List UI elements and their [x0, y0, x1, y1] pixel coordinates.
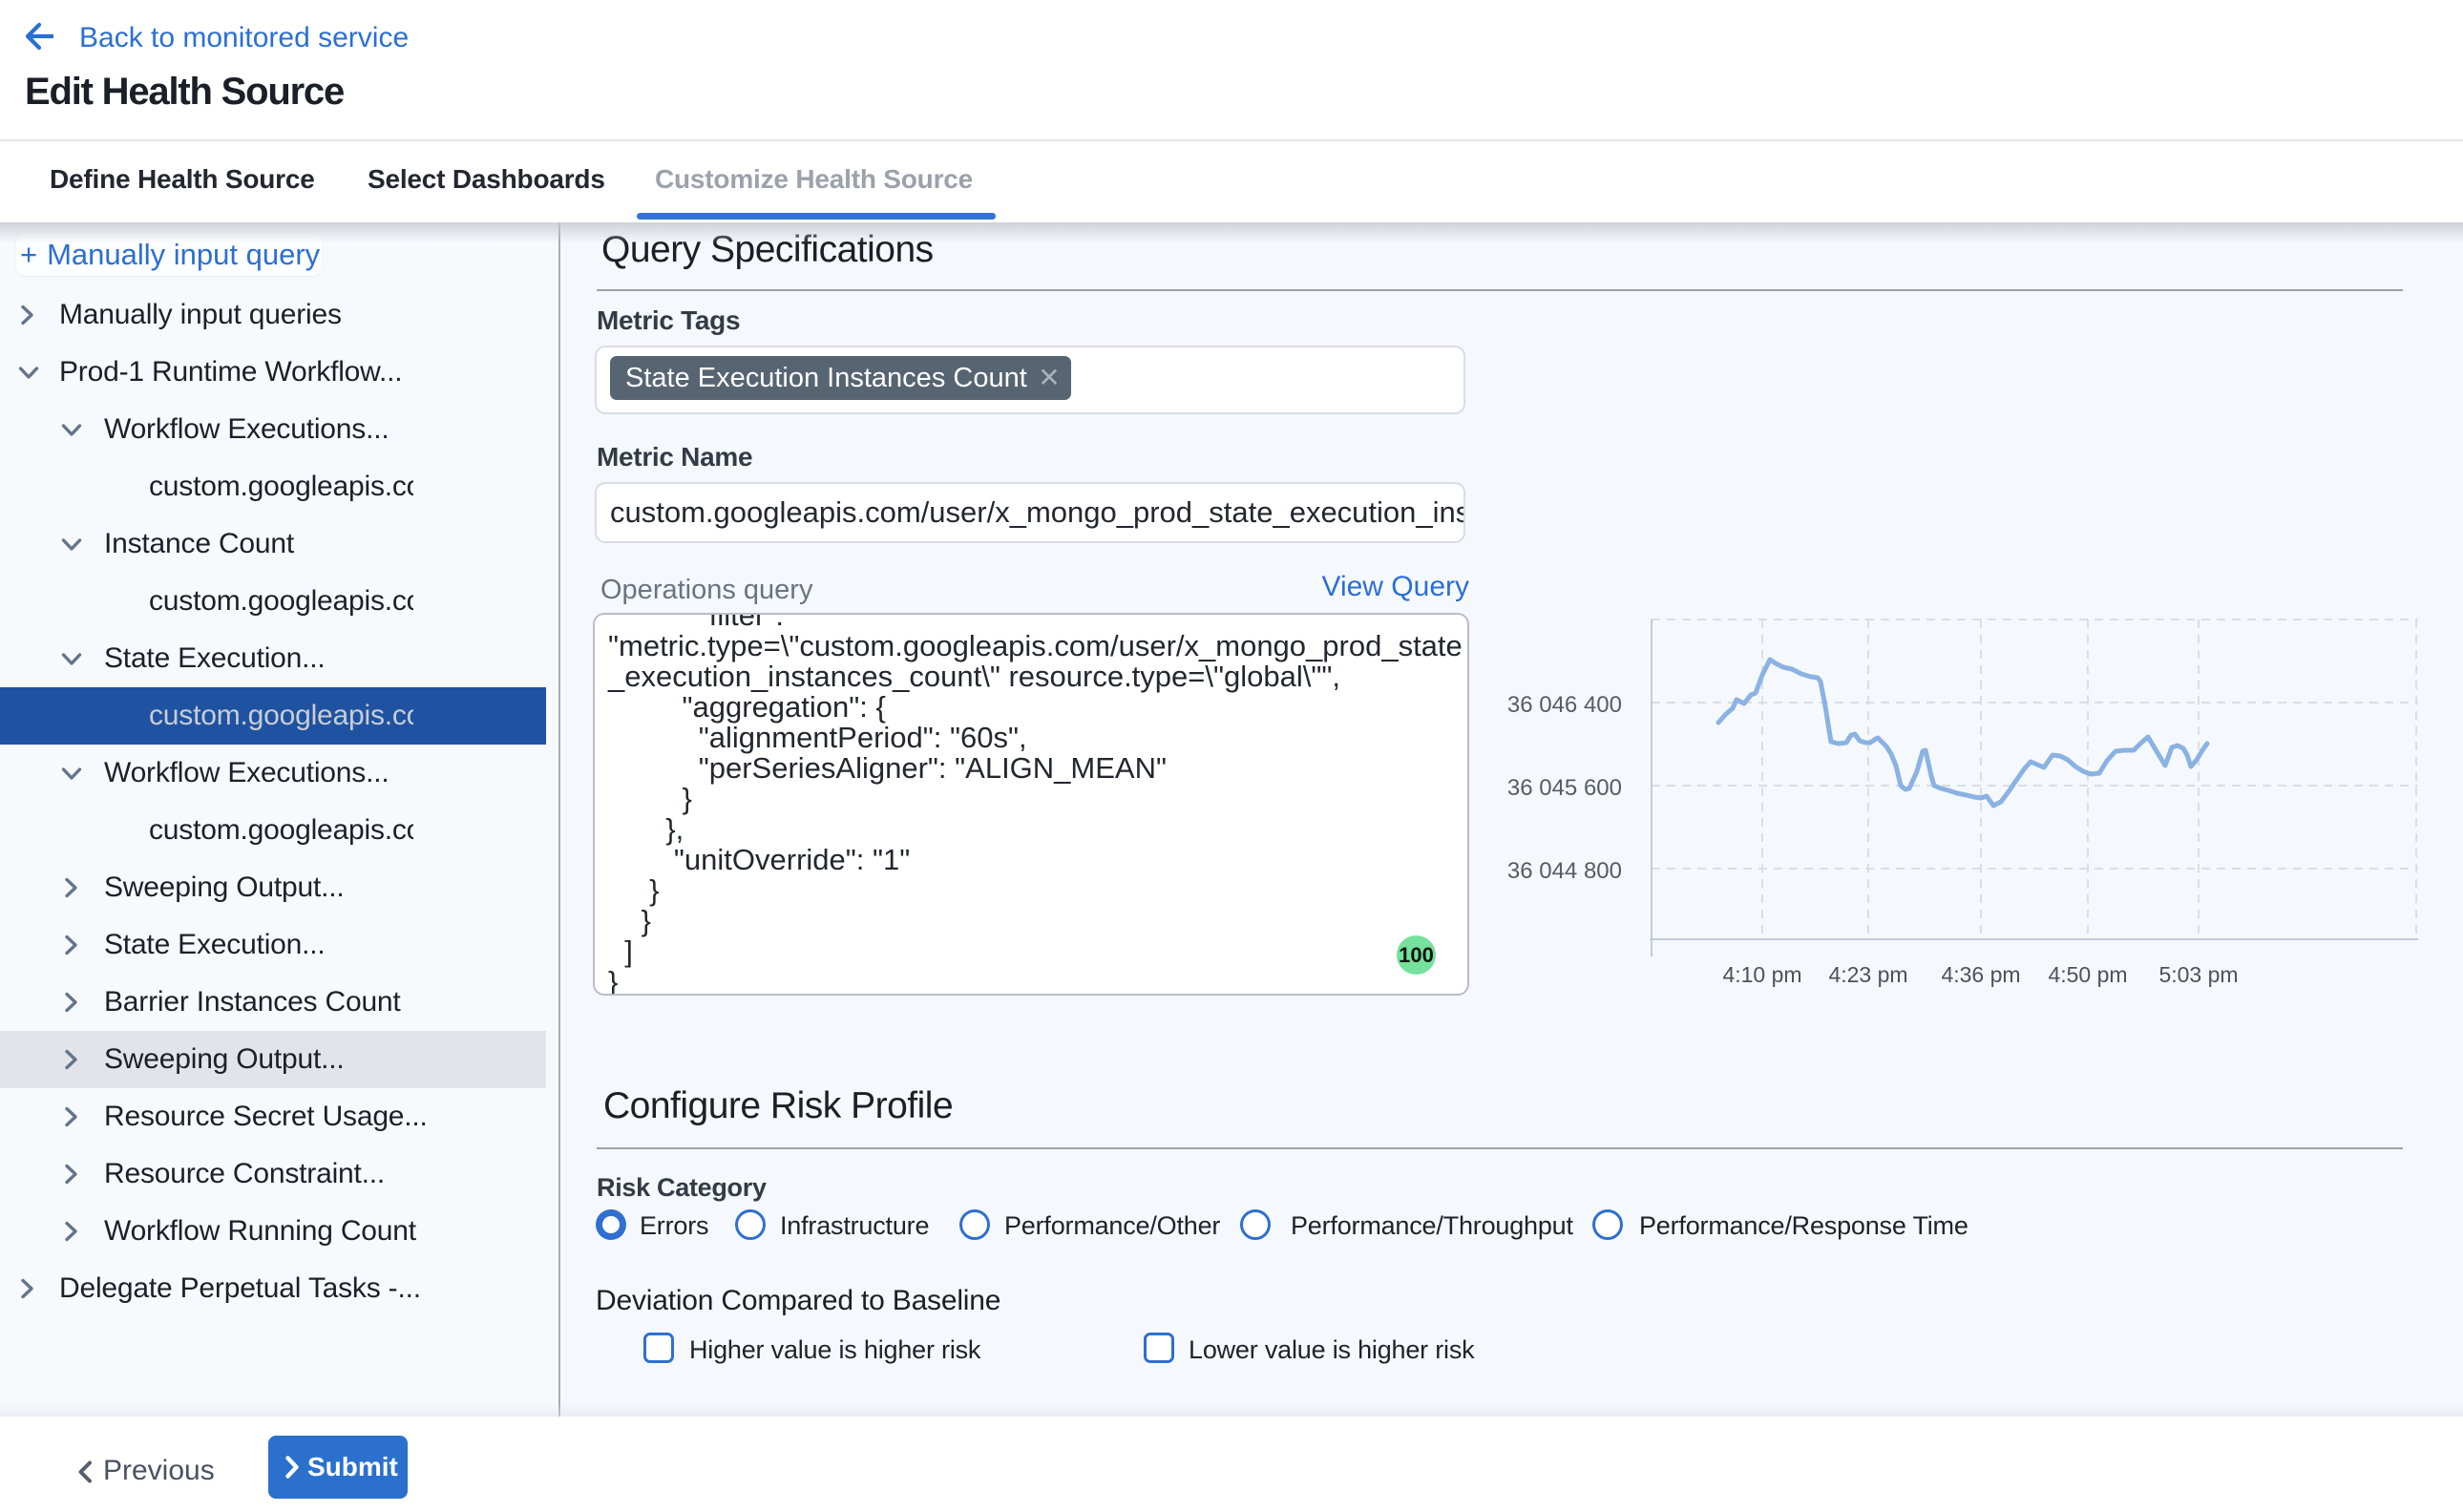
svg-text:4:36 pm: 4:36 pm: [1941, 962, 2020, 987]
svg-text:36 044 800: 36 044 800: [1507, 858, 1622, 884]
svg-text:4:10 pm: 4:10 pm: [1722, 962, 1801, 987]
svg-text:36 046 400: 36 046 400: [1507, 692, 1622, 718]
svg-text:5:03 pm: 5:03 pm: [2158, 962, 2238, 987]
svg-text:4:23 pm: 4:23 pm: [1828, 962, 1907, 987]
svg-text:36 045 600: 36 045 600: [1507, 775, 1622, 801]
svg-text:4:50 pm: 4:50 pm: [2048, 962, 2127, 987]
